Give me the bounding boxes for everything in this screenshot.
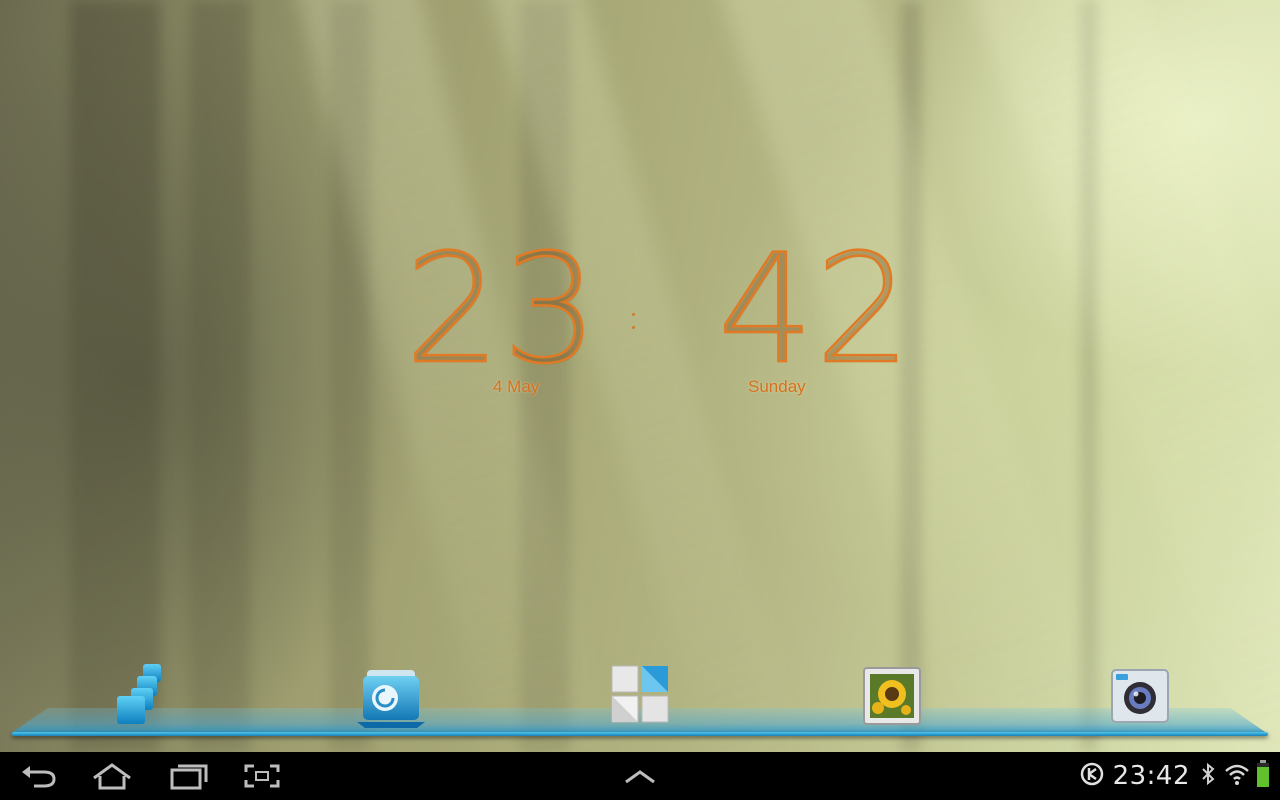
recent-apps-icon bbox=[170, 764, 208, 790]
blue-cubes-icon bbox=[117, 664, 161, 724]
clock-minutes: 42 bbox=[717, 223, 913, 397]
tree-trunk bbox=[70, 0, 160, 752]
folder-icon bbox=[357, 670, 425, 728]
apps-drawer-button[interactable] bbox=[113, 664, 177, 728]
file-manager-button[interactable] bbox=[355, 666, 425, 730]
home-button[interactable] bbox=[86, 760, 138, 792]
status-area[interactable]: 23:42 bbox=[1079, 760, 1270, 792]
dock bbox=[10, 664, 1270, 742]
back-button[interactable] bbox=[14, 760, 66, 792]
battery-icon bbox=[1256, 760, 1270, 792]
clock-date: 4 May bbox=[493, 377, 540, 396]
home-screen: 23 42 4 May Sunday 23:42 bbox=[0, 0, 1280, 800]
clock-separator bbox=[632, 313, 636, 333]
clock-day: Sunday bbox=[748, 377, 806, 396]
screenshot-button[interactable] bbox=[236, 760, 288, 792]
screenshot-icon bbox=[244, 764, 280, 788]
clock-hours: 23 bbox=[404, 223, 600, 397]
up-chevron-icon bbox=[625, 770, 655, 784]
back-icon bbox=[22, 766, 56, 788]
status-time: 23:42 bbox=[1112, 761, 1190, 791]
home-icon bbox=[93, 763, 131, 790]
sunflower-photo-icon bbox=[863, 667, 921, 725]
expand-up-button[interactable] bbox=[614, 760, 666, 792]
system-navigation-bar: 23:42 bbox=[0, 752, 1280, 800]
wifi-icon bbox=[1224, 761, 1250, 791]
tree-trunk bbox=[190, 0, 250, 752]
camera-icon bbox=[1111, 669, 1169, 723]
tiles-icon bbox=[611, 665, 669, 723]
sync-icon bbox=[1079, 761, 1105, 791]
gallery-button[interactable] bbox=[860, 664, 924, 728]
bluetooth-icon bbox=[1200, 761, 1216, 791]
camera-button[interactable] bbox=[1108, 664, 1172, 728]
clock-widget[interactable]: 23 42 4 May Sunday bbox=[400, 223, 912, 405]
launcher-button[interactable] bbox=[608, 662, 672, 726]
recent-apps-button[interactable] bbox=[162, 760, 214, 792]
dock-shelf-edge bbox=[12, 732, 1268, 736]
